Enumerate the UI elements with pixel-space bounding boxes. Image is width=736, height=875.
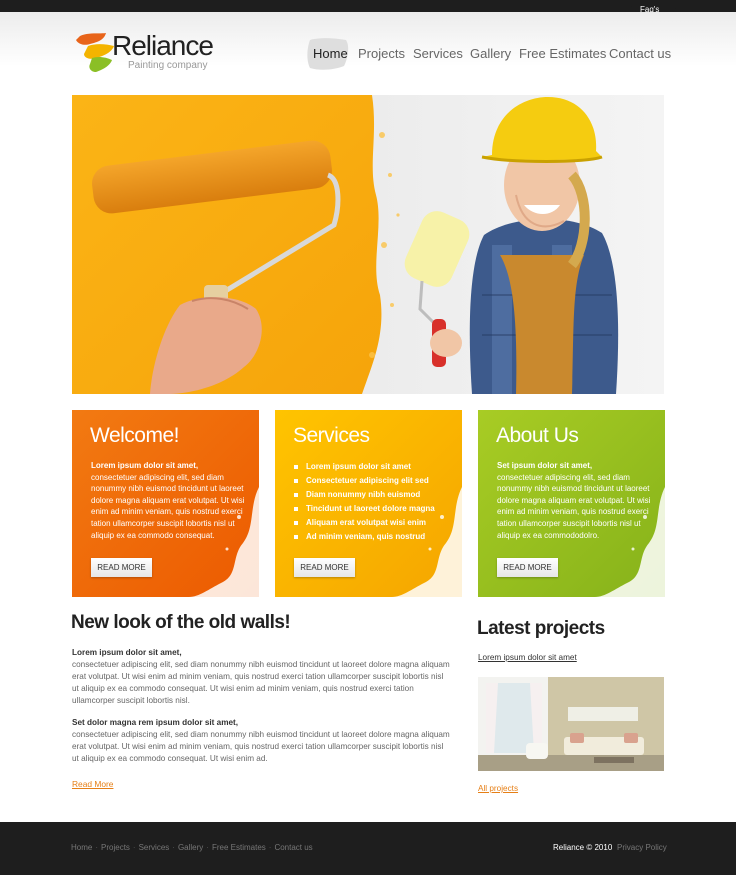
read-more-link[interactable]: Read More — [72, 779, 113, 789]
footer-nav-contact-us[interactable]: Contact us — [274, 843, 312, 852]
footer-copyright: Reliance © 2010 — [553, 843, 613, 852]
list-item[interactable]: Tincidunt ut laoreet dolore magna — [294, 502, 435, 516]
welcome-box: Welcome! Lorem ipsum dolor sit amet, con… — [72, 410, 259, 597]
list-item[interactable]: Consectetuer adipiscing elit sed — [294, 474, 435, 488]
brand-tagline: Painting company — [128, 60, 208, 71]
main-paragraph-2: Set dolor magna rem ipsum dolor sit amet… — [72, 717, 452, 765]
project-image[interactable] — [478, 677, 664, 771]
list-item[interactable]: Aliquam erat volutpat wisi enim — [294, 516, 435, 530]
nav-contact-us[interactable]: Contact us — [609, 40, 671, 68]
footer-nav: Home · Projects · Services · Gallery · Free Esti… — [71, 843, 313, 852]
footer-nav-gallery[interactable]: Gallery — [178, 843, 203, 852]
welcome-text: Lorem ipsum dolor sit amet, consectetuer… — [91, 460, 251, 541]
footer-nav-separator: · — [206, 843, 209, 852]
latest-projects-title: Latest projects — [477, 618, 605, 639]
main-title: New look of the old walls! — [71, 612, 291, 633]
footer-nav-separator: · — [95, 843, 99, 852]
footer-nav-home[interactable]: Home — [71, 843, 92, 852]
nav-home[interactable]: Home — [313, 40, 348, 68]
main-paragraph-1: Lorem ipsum dolor sit amet, consectetuer… — [72, 647, 452, 707]
welcome-title: Welcome! — [90, 424, 179, 447]
about-title: About Us — [496, 424, 579, 447]
footer-nav-projects[interactable]: Projects — [101, 843, 130, 852]
welcome-body: consectetuer adipiscing elit, sed diam n… — [91, 472, 245, 540]
living-room-illustration — [478, 677, 664, 771]
about-text: Set ipsum dolor sit amet, consectetuer a… — [497, 460, 657, 541]
list-item[interactable]: Ad minim veniam, quis nostrud — [294, 530, 435, 544]
nav-free-estimates[interactable]: Free Estimates — [519, 40, 606, 68]
footer-nav-services[interactable]: Services — [139, 843, 170, 852]
privacy-policy-link[interactable]: Privacy Policy — [617, 843, 667, 852]
about-read-more-button[interactable]: READ MORE — [497, 558, 558, 577]
hero-banner — [72, 95, 664, 394]
list-item[interactable]: Lorem ipsum dolor sit amet — [294, 460, 435, 474]
welcome-lead: Lorem ipsum dolor sit amet, — [91, 461, 199, 470]
welcome-read-more-button[interactable]: READ MORE — [91, 558, 152, 577]
footer-nav-separator: · — [172, 843, 175, 852]
nav-services[interactable]: Services — [413, 40, 463, 68]
services-read-more-button[interactable]: READ MORE — [294, 558, 355, 577]
footer-nav-free-estimates[interactable]: Free Estimates — [212, 843, 266, 852]
services-list: Lorem ipsum dolor sit amet Consectetuer … — [294, 460, 435, 544]
nav-projects[interactable]: Projects — [358, 40, 405, 68]
footer-nav-separator: · — [132, 843, 136, 852]
paragraph-1-lead: Lorem ipsum dolor sit amet, — [72, 648, 182, 657]
top-bar — [0, 0, 736, 12]
nav-gallery[interactable]: Gallery — [470, 40, 511, 68]
paragraph-2-body: consectetuer adipiscing elit, sed diam n… — [72, 730, 450, 763]
all-projects-link[interactable]: All projects — [478, 784, 518, 793]
project-link[interactable]: Lorem ipsum dolor sit amet — [478, 653, 577, 662]
paragraph-2-lead: Set dolor magna rem ipsum dolor sit amet… — [72, 718, 239, 727]
services-box: Services Lorem ipsum dolor sit amet Cons… — [275, 410, 462, 597]
about-box: About Us Set ipsum dolor sit amet, conse… — [478, 410, 665, 597]
brand-name: Reliance — [112, 30, 214, 61]
hero-painter-illustration — [72, 95, 664, 394]
footer: Home · Projects · Services · Gallery · Free Esti… — [0, 822, 736, 875]
about-body: consectetuer adipiscing elit, sed diam n… — [497, 472, 651, 540]
services-title: Services — [293, 424, 370, 447]
paragraph-1-body: consectetuer adipiscing elit, sed diam n… — [72, 660, 450, 705]
about-lead: Set ipsum dolor sit amet, — [497, 461, 593, 470]
logo[interactable]: Reliance Painting company — [74, 30, 244, 76]
list-item[interactable]: Diam nonummy nibh euismod — [294, 488, 435, 502]
